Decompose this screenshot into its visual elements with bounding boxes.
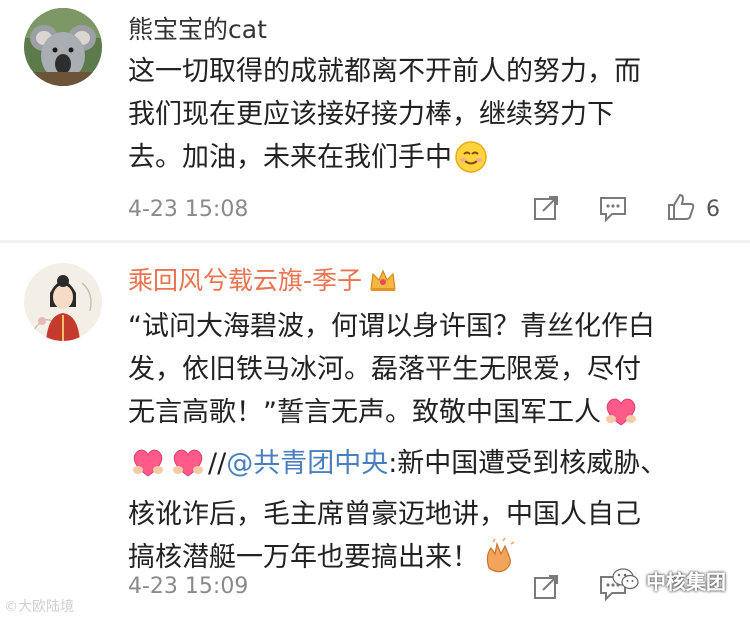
avatar-illustrated-girl[interactable] bbox=[24, 263, 102, 341]
avatar-koala[interactable] bbox=[24, 8, 102, 86]
reply-icon[interactable] bbox=[598, 194, 628, 226]
crown-icon bbox=[368, 267, 398, 301]
heart-emoji bbox=[170, 446, 206, 493]
wechat-icon bbox=[612, 567, 640, 595]
heart-emoji bbox=[130, 446, 166, 493]
like-count: 6 bbox=[706, 197, 720, 222]
username[interactable]: 乘回风兮载云旗-季子 bbox=[128, 265, 398, 301]
comment-item: 乘回风兮载云旗-季子 “试问大海碧波，何谓以身许国？青丝化作白 发，依旧铁马冰河… bbox=[0, 243, 750, 620]
comment-item: 熊宝宝的cat 这一切取得的成就都离不开前人的努力，而 我们现在更应该接好接力棒… bbox=[0, 0, 750, 240]
comment-text: 这一切取得的成就都离不开前人的努力，而 我们现在更应该接好接力棒，继续努力下 去… bbox=[128, 50, 728, 187]
smile-emoji bbox=[454, 140, 488, 187]
watermark-left: ©大欧陆境 bbox=[4, 599, 74, 615]
share-icon[interactable] bbox=[532, 194, 560, 226]
share-icon[interactable] bbox=[532, 573, 560, 605]
heart-emoji bbox=[603, 395, 639, 442]
mention-link[interactable]: @共青团中央 bbox=[226, 448, 388, 479]
clap-emoji bbox=[481, 537, 517, 587]
username[interactable]: 熊宝宝的cat bbox=[128, 14, 267, 46]
timestamp: 4-23 15:09 bbox=[128, 574, 249, 599]
comment-text: “试问大海碧波，何谓以身许国？青丝化作白 发，依旧铁马冰河。磊落平生无限爱，尽付… bbox=[128, 305, 728, 587]
thumbs-up-icon[interactable] bbox=[666, 192, 696, 226]
watermark-right: 中核集团 bbox=[612, 566, 726, 595]
timestamp: 4-23 15:08 bbox=[128, 197, 249, 222]
